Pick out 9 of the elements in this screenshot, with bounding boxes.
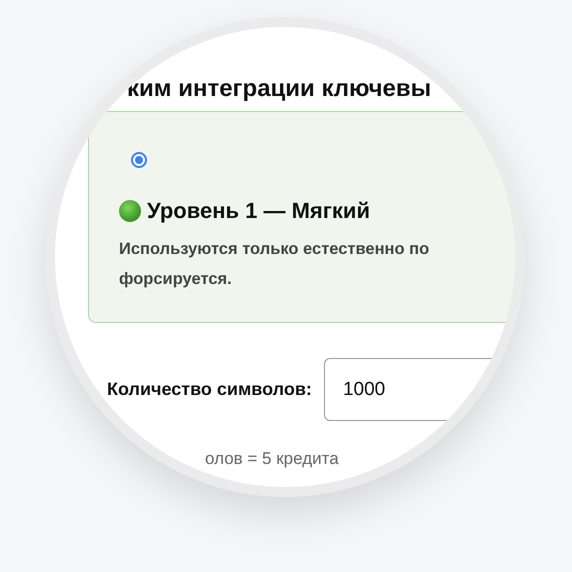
radio-button[interactable]	[131, 152, 147, 168]
option-card[interactable]: Уровень 1 — Мягкий Используются только естественно по форсируется.	[88, 111, 515, 323]
field-label: Количество символов:	[107, 379, 312, 400]
section-heading: ким интеграции ключевы	[127, 75, 432, 103]
option-title: Уровень 1 — Мягкий	[147, 198, 370, 224]
option-description: форсируется.	[119, 269, 233, 290]
status-dot-icon	[119, 200, 141, 222]
option-description: Используются только естественно по	[119, 239, 430, 260]
credit-hint: олов = 5 кредита	[205, 449, 339, 469]
